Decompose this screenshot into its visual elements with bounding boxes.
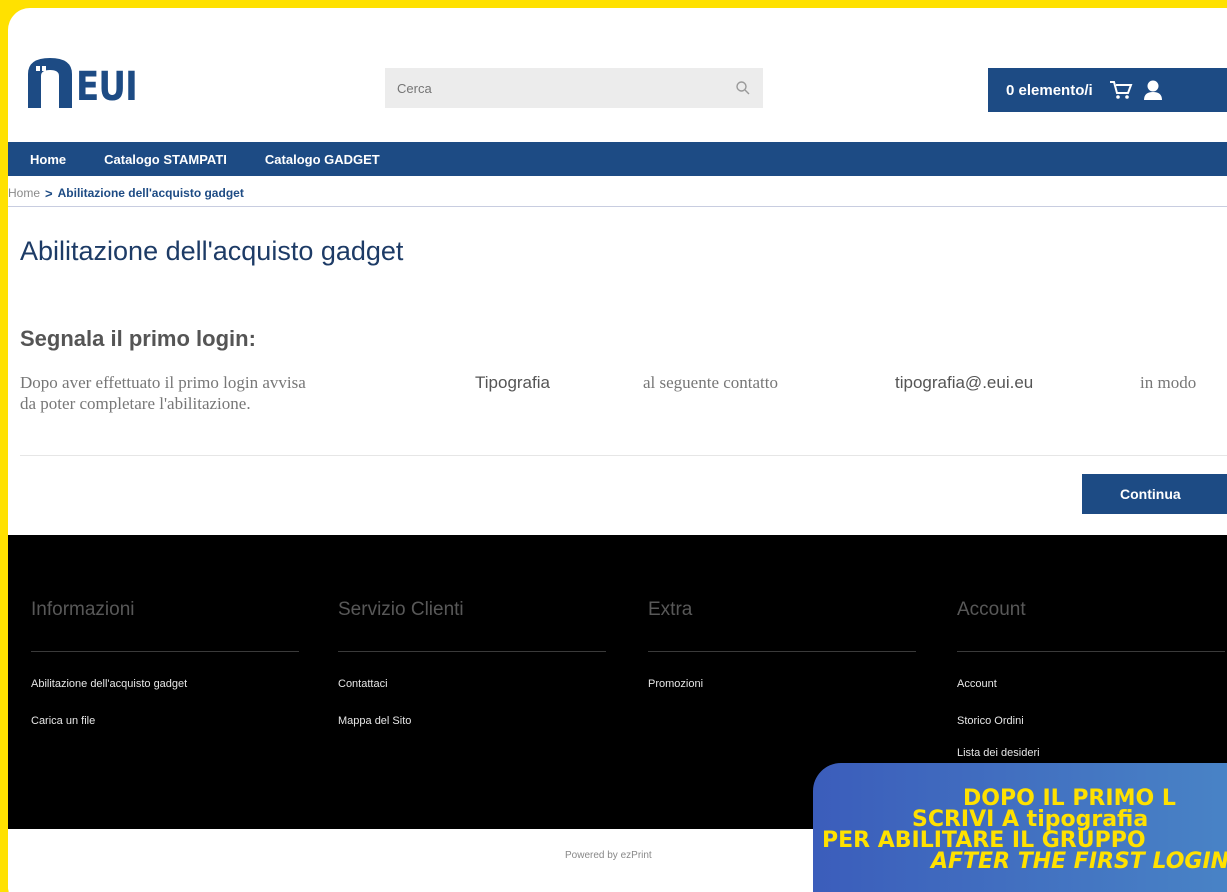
- search-bar: [385, 68, 763, 108]
- page-frame: EUI 0 elemento/i Home: [8, 8, 1227, 892]
- footer-divider: [957, 651, 1225, 652]
- para-text-1: Dopo aver effettuato il primo login avvi…: [20, 373, 306, 392]
- cart-count: 0 elemento/i: [1006, 81, 1093, 99]
- user-icon[interactable]: [1143, 79, 1163, 101]
- footer-link[interactable]: Lista dei desideri: [957, 747, 1040, 759]
- breadcrumb: Home > Abilitazione dell'acquisto gadget: [8, 182, 244, 204]
- footer-heading: Servizio Clienti: [338, 599, 464, 620]
- para-text-2: al seguente contatto: [643, 373, 779, 392]
- footer-link[interactable]: Abilitazione dell'acquisto gadget: [31, 678, 187, 690]
- footer-divider: [648, 651, 916, 652]
- logo-arch-icon: [28, 58, 72, 108]
- content-divider: [20, 455, 1227, 456]
- footer-heading: Extra: [648, 599, 693, 620]
- footer-link[interactable]: Mappa del Sito: [338, 715, 411, 727]
- section-title: Segnala il primo login:: [20, 326, 256, 351]
- footer-heading: Informazioni: [31, 599, 135, 620]
- nav-item-catalogo-stampati[interactable]: Catalogo STAMPATI: [104, 152, 227, 167]
- breadcrumb-home[interactable]: Home: [8, 186, 40, 200]
- footer-link[interactable]: Carica un file: [31, 715, 95, 727]
- cart-icon[interactable]: [1109, 80, 1133, 100]
- search-input[interactable]: [397, 80, 735, 96]
- powered-by-text[interactable]: Powered by ezPrint: [565, 850, 652, 861]
- para-recipient-name: Tipografia: [475, 373, 550, 392]
- breadcrumb-divider: [8, 206, 1227, 207]
- main-nav: Home Catalogo STAMPATI Catalogo GADGET: [8, 142, 1227, 176]
- breadcrumb-separator: >: [45, 185, 53, 201]
- logo-text: EUI: [76, 64, 138, 110]
- continue-button[interactable]: Continua: [1082, 474, 1227, 514]
- footer-link[interactable]: Promozioni: [648, 678, 703, 690]
- instruction-callout: DOPO IL PRIMO L SCRIVI A tipografia PER …: [813, 763, 1227, 892]
- footer-link[interactable]: Storico Ordini: [957, 715, 1024, 727]
- footer-link[interactable]: Contattaci: [338, 678, 388, 690]
- callout-line-4: AFTER THE FIRST LOGIN: [931, 849, 1227, 874]
- page-title: Abilitazione dell'acquisto gadget: [20, 236, 404, 266]
- footer-heading: Account: [957, 599, 1026, 620]
- para-text-4: da poter completare l'abilitazione.: [20, 394, 251, 413]
- nav-item-catalogo-gadget[interactable]: Catalogo GADGET: [265, 152, 380, 167]
- search-icon[interactable]: [735, 80, 751, 96]
- site-logo[interactable]: EUI: [28, 58, 148, 108]
- breadcrumb-current: Abilitazione dell'acquisto gadget: [57, 186, 244, 200]
- nav-item-home[interactable]: Home: [30, 152, 66, 167]
- para-email[interactable]: tipografia@.eui.eu: [895, 372, 1033, 393]
- footer-divider: [31, 651, 299, 652]
- footer-divider: [338, 651, 606, 652]
- para-text-3: in modo: [1140, 373, 1197, 392]
- footer-link[interactable]: Account: [957, 678, 997, 690]
- cart-button[interactable]: 0 elemento/i: [988, 68, 1227, 112]
